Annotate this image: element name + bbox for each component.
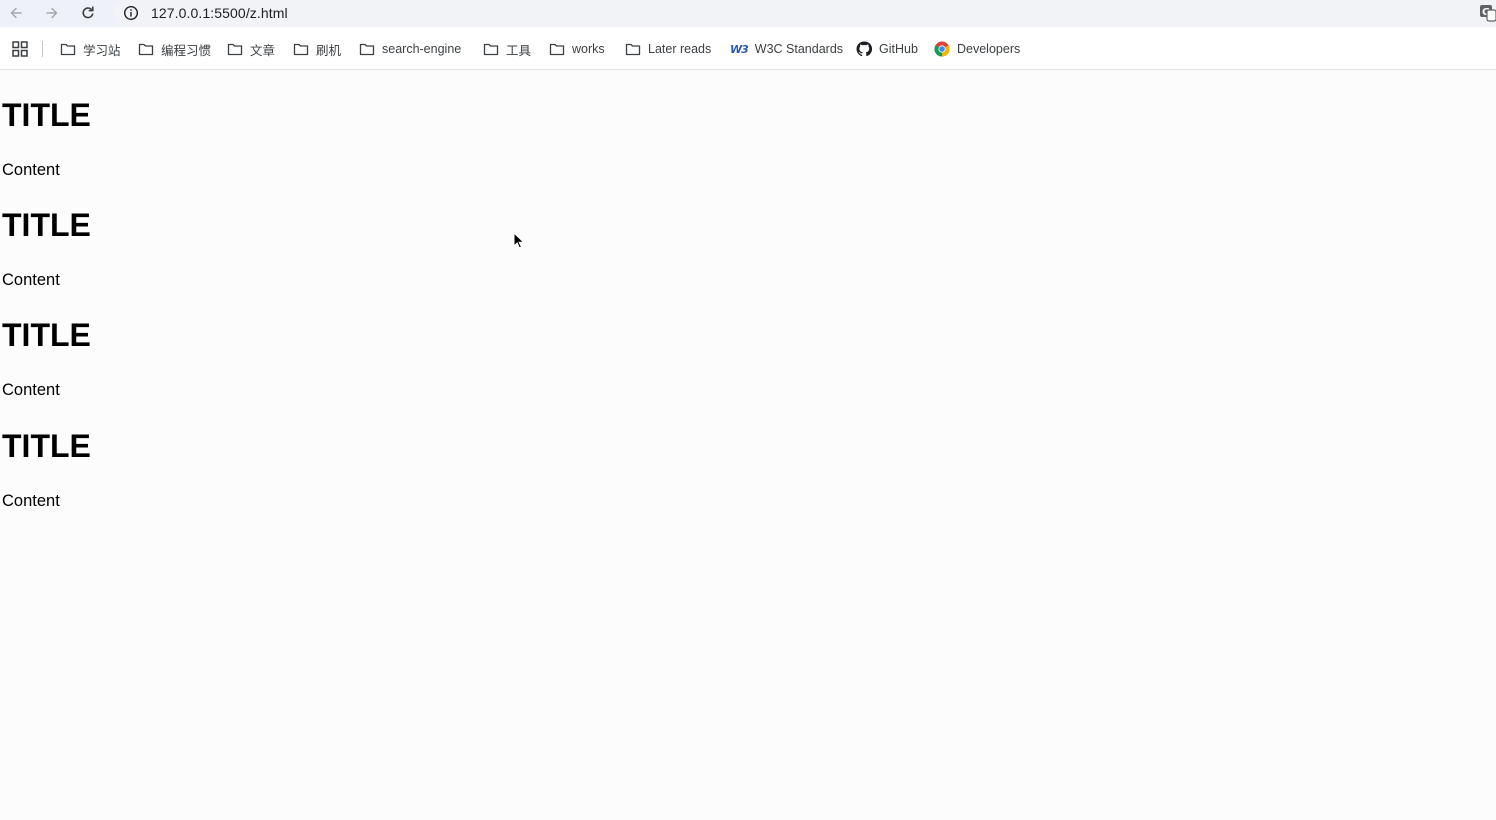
bookmark-folder-wenzhang[interactable]: 文章 <box>227 38 275 60</box>
folder-icon <box>483 43 499 56</box>
address-bar[interactable]: 127.0.0.1:5500/z.html G <box>114 0 1496 27</box>
forward-button[interactable] <box>41 3 63 23</box>
bookmark-developers[interactable]: Developers <box>934 38 1020 60</box>
apps-grid-icon[interactable] <box>11 40 29 58</box>
folder-icon <box>625 43 641 56</box>
bookmark-github[interactable]: GitHub <box>856 38 918 60</box>
bookmark-label: W3C Standards <box>754 42 844 56</box>
section-content: Content <box>2 271 60 289</box>
w3c-icon: W3 <box>730 42 749 56</box>
section-title: TITLE <box>2 428 91 464</box>
translate-icon[interactable]: G <box>1480 4 1496 22</box>
bookmark-folder-gongju[interactable]: 工具 <box>483 38 531 60</box>
section-title: TITLE <box>2 207 91 243</box>
bookmark-label: Developers <box>957 42 1021 56</box>
arrow-left-icon <box>10 7 22 19</box>
bookmark-label: 刷机 <box>316 43 342 58</box>
bookmark-w3c-standards[interactable]: W3 W3C Standards <box>730 38 843 60</box>
back-button[interactable] <box>5 3 27 23</box>
folder-icon <box>227 43 243 56</box>
section-content: Content <box>2 161 60 179</box>
mouse-cursor-icon <box>513 232 525 249</box>
bookmarks-bar: 学习站 编程习惯 文章 刷机 search-engine 工具 works La… <box>0 27 1496 70</box>
bookmark-folder-xuexizhan[interactable]: 学习站 <box>60 38 121 60</box>
folder-icon <box>359 43 375 56</box>
url-text[interactable]: 127.0.0.1:5500/z.html <box>151 5 288 21</box>
bookmark-folder-search-engine[interactable]: search-engine <box>359 38 461 60</box>
bookmark-folder-shuaji[interactable]: 刷机 <box>293 38 341 60</box>
bookmark-folder-biancheng[interactable]: 编程习惯 <box>138 38 211 60</box>
folder-icon <box>293 43 309 56</box>
section-title: TITLE <box>2 317 91 353</box>
bookmark-folder-works[interactable]: works <box>549 38 605 60</box>
folder-icon <box>60 43 76 56</box>
bookmark-label: works <box>572 42 605 56</box>
bookmark-label: Later reads <box>648 42 712 56</box>
github-icon <box>856 41 872 57</box>
browser-toolbar: 127.0.0.1:5500/z.html G <box>0 0 1496 27</box>
arrow-right-icon <box>46 7 58 19</box>
reload-icon <box>82 6 94 19</box>
bookmark-folder-later-reads[interactable]: Later reads <box>625 38 711 60</box>
bookmarks-divider <box>42 41 43 57</box>
bookmark-label: 编程习惯 <box>161 43 212 58</box>
folder-icon <box>138 43 154 56</box>
section-title: TITLE <box>2 97 91 133</box>
chrome-icon <box>934 41 950 57</box>
folder-icon <box>549 43 565 56</box>
bookmark-label: 文章 <box>250 43 276 58</box>
reload-button[interactable] <box>77 3 99 23</box>
section-content: Content <box>2 381 60 399</box>
bookmark-label: search-engine <box>382 42 462 56</box>
bookmark-label: 工具 <box>506 43 532 58</box>
info-icon[interactable] <box>123 5 139 21</box>
bookmark-label: GitHub <box>879 42 918 56</box>
section-content: Content <box>2 492 60 510</box>
bookmark-label: 学习站 <box>83 43 121 58</box>
